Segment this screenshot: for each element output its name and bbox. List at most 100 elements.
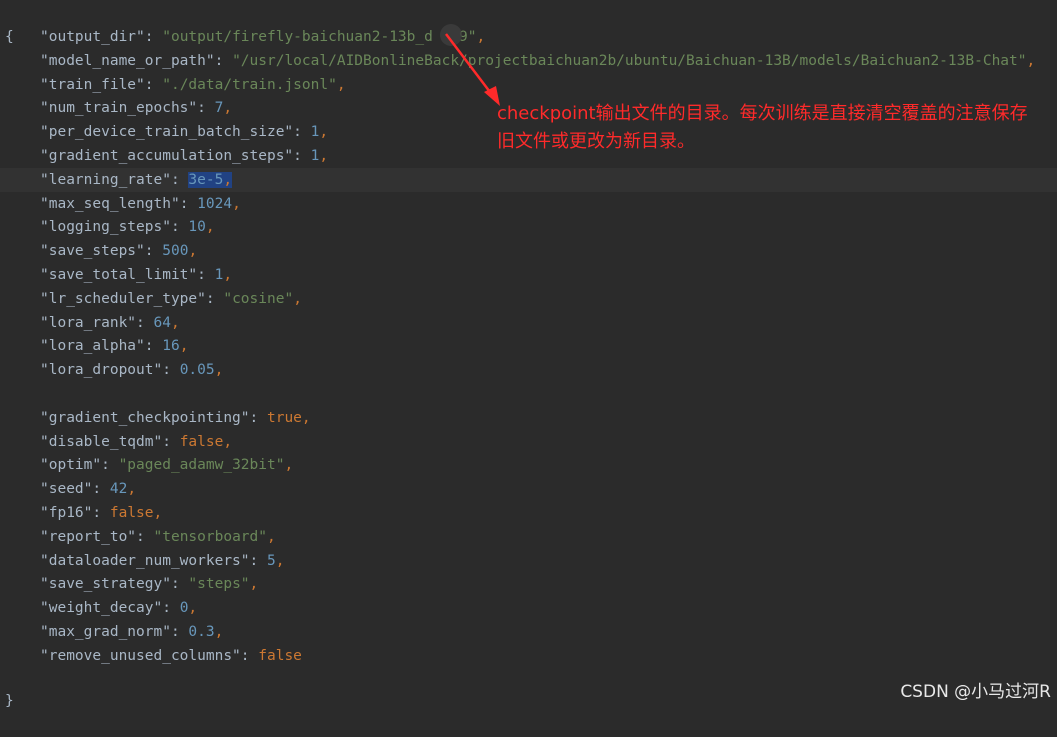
json-key: "gradient_accumulation_steps" [40,148,294,164]
comma: , [293,290,302,307]
code-line: "report_to": "tensorboard", [0,525,1057,549]
comma: , [223,433,233,450]
code-line: "save_strategy": "steps", [0,572,1057,596]
json-value: 0.05 [179,362,215,379]
code-line: "lora_rank": 64, [0,311,1057,335]
comma: , [1026,52,1036,69]
code-line: "max_grad_norm": 0.3, [0,620,1057,644]
comma: , [188,600,198,617]
json-value: 64 [153,314,171,331]
colon: : [136,314,154,331]
code-line: "seed": 42, [0,477,1057,501]
code-content: "model_name_or_path": "/usr/local/AIDBon… [40,49,1035,73]
json-value: "paged_adamw_32bit" [118,457,285,474]
code-content: "save_total_limit": 1, [40,263,232,287]
comma: , [153,505,163,521]
json-key: "per_device_train_batch_size" [40,124,294,141]
colon: : [197,267,215,283]
colon: : [179,195,198,212]
code-line: "output_dir": "output/firefly-baichuan2-… [0,25,1057,49]
json-value: 10 [188,219,206,236]
code-content: "seed": 42, [40,477,136,501]
json-value: "/usr/local/AIDBonlineBack/projectbaichu… [232,52,1027,69]
comma: , [214,624,224,640]
comma: , [179,338,189,355]
colon: : [162,433,180,450]
colon: : [293,124,311,141]
json-value: "cosine" [223,290,294,307]
json-key: "max_seq_length" [40,195,180,212]
code-line: "max_seq_length": 1024, [0,192,1057,216]
code-content: "num_train_epochs": 7, [40,96,232,120]
json-value: true [266,409,302,426]
json-value: false [109,505,154,521]
json-key: "report_to" [40,528,137,545]
code-content: "lora_dropout": 0.05, [40,358,223,382]
code-line: "model_name_or_path": "/usr/local/AIDBon… [0,49,1057,73]
code-content: "learning_rate": 3e-5, [40,168,233,192]
comma: , [267,528,276,545]
code-content: "fp16": false, [40,501,162,525]
comma: , [476,29,486,45]
code-content: "max_grad_norm": 0.3, [40,620,223,644]
code-line: "weight_decay": 0, [0,596,1057,620]
json-key: "learning_rate" [40,171,171,188]
json-key: "weight_decay" [40,600,163,617]
code-line: "lr_scheduler_type": "cosine", [0,287,1057,311]
code-line: "save_total_limit": 1, [0,263,1057,287]
code-content: "optim": "paged_adamw_32bit", [40,453,293,477]
code-content: "report_to": "tensorboard", [40,525,276,549]
comma: , [223,267,233,283]
json-value: "./data/train.jsonl" [162,76,337,93]
close-brace-line: } [0,665,1057,709]
code-content: "output_dir": "output/firefly-baichuan2-… [40,25,485,49]
code-line: "logging_steps": 10, [0,215,1057,239]
json-value: 3e-5 [188,171,224,188]
code-content: "disable_tqdm": false, [40,430,232,454]
code-content: "per_device_train_batch_size": 1, [40,120,328,144]
json-key: "logging_steps" [40,219,171,236]
code-content: "weight_decay": 0, [40,596,197,620]
code-line: "lora_dropout": 0.05, [0,358,1057,382]
code-line: "gradient_checkpointing": true, [0,406,1057,430]
json-key: "train_file" [40,76,145,93]
code-line: "lora_alpha": 16, [0,334,1057,358]
colon: : [162,362,180,379]
code-content: "gradient_checkpointing": true, [40,406,311,430]
json-key: "fp16" [40,505,93,521]
colon: : [197,100,215,117]
colon: : [92,505,110,521]
comma: , [170,314,180,331]
comma: , [336,76,346,93]
json-key: "num_train_epochs" [40,100,198,117]
code-line: "optim": "paged_adamw_32bit", [0,453,1057,477]
colon: : [214,52,233,69]
code-content: "max_seq_length": 1024, [40,192,241,216]
colon: : [170,576,189,593]
code-line: "dataloader_num_workers": 5, [0,549,1057,573]
colon: : [293,148,311,164]
colon: : [144,338,163,355]
json-key: "gradient_checkpointing" [40,409,250,426]
close-brace: } [5,693,14,709]
json-value: 0.3 [188,624,215,640]
json-value: false [179,433,224,450]
colon: : [144,243,163,260]
colon: : [144,29,163,45]
json-value: 1024 [197,195,233,212]
code-line: "disable_tqdm": false, [0,430,1057,454]
json-key: "save_total_limit" [40,267,198,283]
json-value: "tensorboard" [153,528,268,545]
colon: : [136,528,154,545]
json-key: "save_strategy" [40,576,171,593]
comma: , [319,124,329,141]
comma: , [284,457,294,474]
json-value: 500 [162,243,189,260]
colon: : [249,552,267,569]
code-content: "lora_rank": 64, [40,311,180,335]
code-content: "save_strategy": "steps", [40,572,258,596]
colon: : [170,624,189,640]
comma: , [205,219,215,236]
json-value: "steps" [188,576,250,593]
